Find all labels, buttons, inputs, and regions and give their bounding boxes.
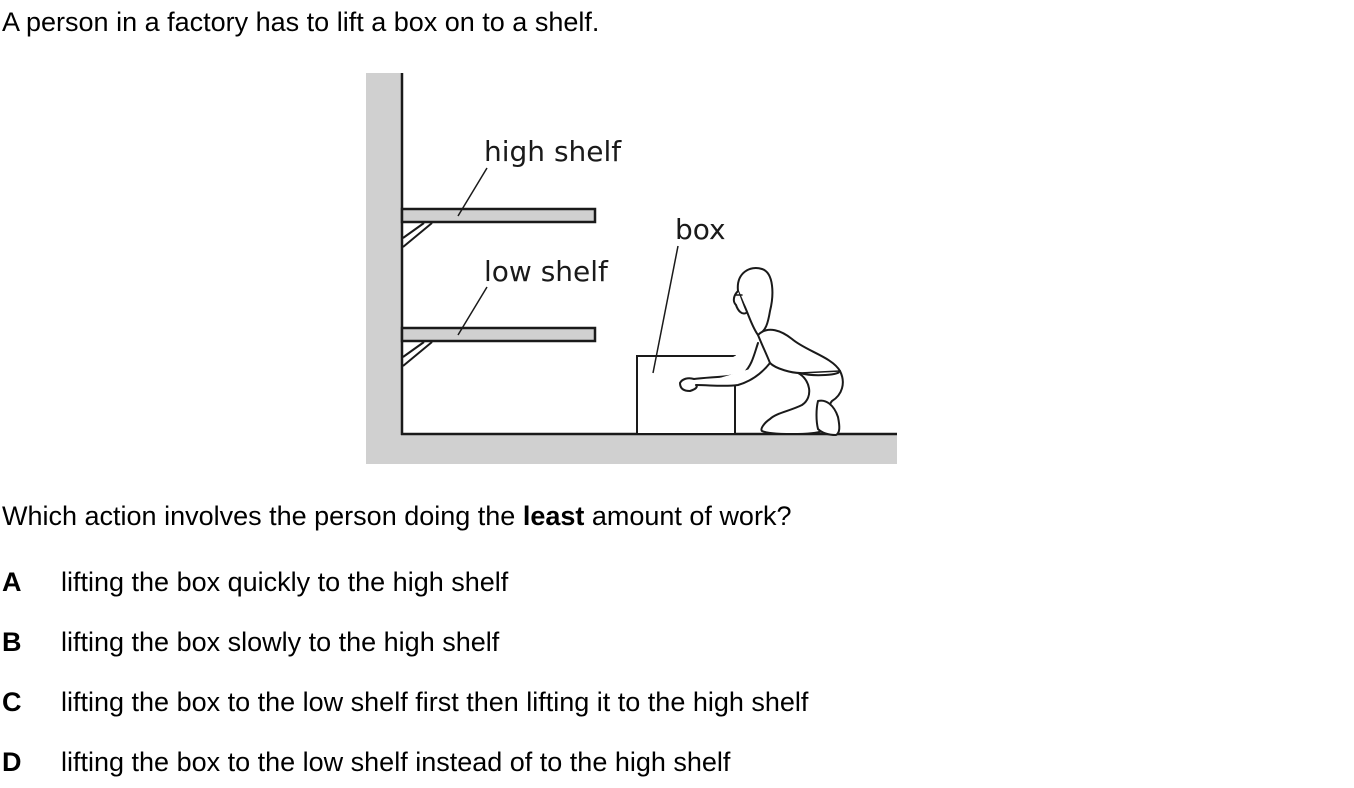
question-text-before: Which action involves the person doing t… [2, 501, 523, 531]
option-a-letter: A [2, 567, 22, 597]
option-b-text: lifting the box slowly to the high shelf [61, 627, 500, 657]
box-leader-line [652, 245, 679, 374]
question-emphasis: least [522, 501, 585, 531]
option-d-text: lifting the box to the low shelf instead… [61, 747, 731, 777]
option-a-text: lifting the box quickly to the high shel… [61, 567, 509, 597]
low-shelf-label: low shelf [484, 255, 609, 288]
shelf-diagram: high shelf low shelf box [366, 73, 897, 464]
high-shelf [400, 207, 597, 248]
question-text-after: amount of work? [584, 501, 792, 531]
option-c-letter: C [2, 687, 22, 717]
question-text: Which action involves the person doing t… [2, 498, 791, 534]
option-b-letter: B [2, 627, 22, 657]
low-shelf [400, 326, 597, 367]
intro-text: A person in a factory has to lift a box … [2, 7, 600, 37]
option-c-text: lifting the box to the low shelf first t… [61, 687, 809, 717]
option-d-letter: D [2, 747, 22, 777]
box-label: box [675, 213, 726, 246]
high-shelf-label: high shelf [484, 135, 622, 168]
